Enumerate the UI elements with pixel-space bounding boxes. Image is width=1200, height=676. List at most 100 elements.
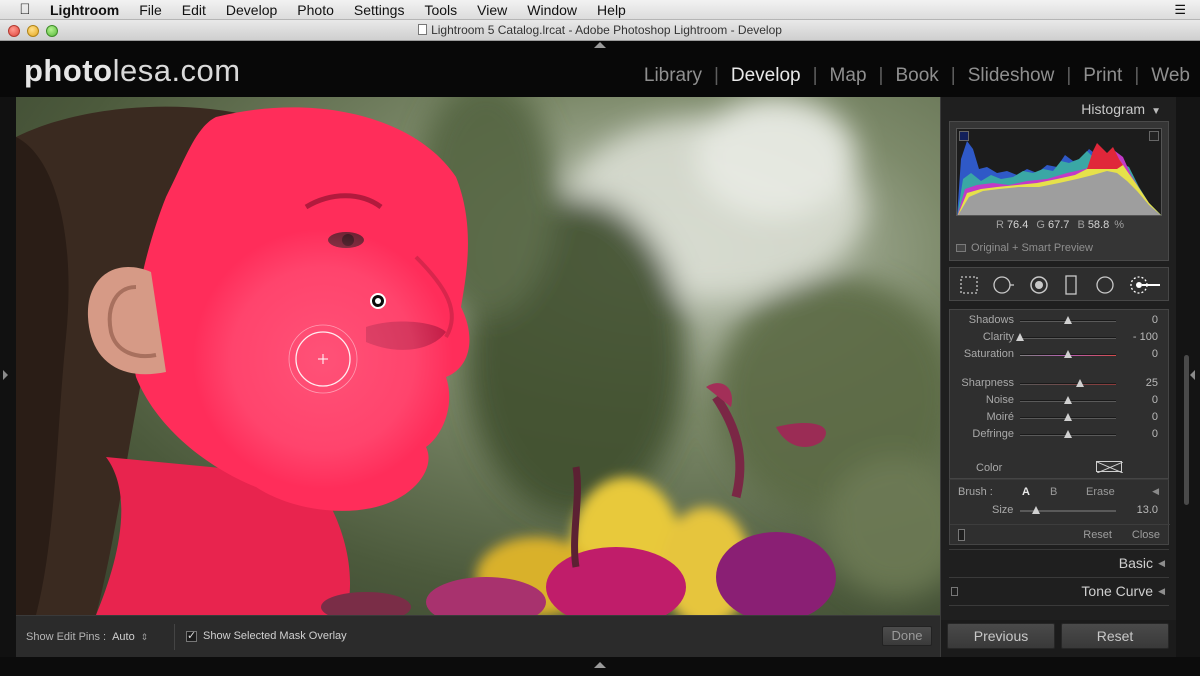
previous-button[interactable]: Previous [947, 623, 1055, 649]
slider-knob[interactable] [1064, 430, 1072, 438]
adjustment-brush-tool-icon[interactable] [1128, 274, 1162, 296]
reset-button[interactable]: Reset [1061, 623, 1169, 649]
collapse-brush-icon[interactable]: ◀ [1152, 486, 1159, 497]
minimize-window-button[interactable] [27, 25, 39, 37]
menu-settings[interactable]: Settings [344, 2, 415, 18]
brush-size-knob[interactable] [1032, 506, 1041, 514]
brush-a-option[interactable]: A [1022, 486, 1030, 498]
brush-size-slider[interactable]: Size 13.0 [950, 502, 1170, 518]
menu-bar:  Lightroom File Edit Develop Photo Sett… [0, 0, 1200, 20]
panel-toggle-switch[interactable] [951, 587, 958, 596]
done-button[interactable]: Done [882, 626, 932, 646]
menu-photo[interactable]: Photo [287, 2, 344, 18]
checkbox-checked-icon[interactable]: ✓ [186, 630, 197, 642]
slider-shadows[interactable]: Shadows 0 [950, 312, 1170, 328]
menu-develop[interactable]: Develop [216, 2, 287, 18]
collapse-right-panel-icon[interactable] [1190, 370, 1195, 380]
spot-removal-tool-icon[interactable] [992, 274, 1014, 296]
red-eye-tool-icon[interactable] [1028, 274, 1050, 296]
histogram-panel: R 76.4 G 67.7 B 58.8% Original + Smart Prev… [949, 121, 1169, 261]
expand-triangle-icon[interactable]: ◀ [1158, 578, 1165, 604]
collapse-top-panel-icon[interactable] [594, 42, 606, 48]
slider-knob[interactable] [1064, 413, 1072, 421]
panel-bottom-buttons: Previous Reset [941, 620, 1177, 657]
slider-track[interactable] [1020, 383, 1116, 385]
lightroom-window:  Lightroom File Edit Develop Photo Sett… [0, 0, 1200, 676]
module-book[interactable]: Book [895, 65, 938, 87]
zoom-window-button[interactable] [46, 25, 58, 37]
show-mask-overlay-checkbox[interactable]: ✓ Show Selected Mask Overlay [186, 630, 347, 642]
menu-edit[interactable]: Edit [172, 2, 216, 18]
module-web[interactable]: Web [1151, 65, 1190, 87]
slider-value[interactable]: - 100 [1133, 331, 1158, 343]
smart-preview-status[interactable]: Original + Smart Preview [956, 242, 1093, 254]
window-title: Lightroom 5 Catalog.lrcat - Adobe Photos… [431, 23, 782, 37]
histogram-graph[interactable] [956, 128, 1162, 216]
slider-value[interactable]: 0 [1152, 394, 1158, 406]
module-print[interactable]: Print [1083, 65, 1122, 87]
brush-close-button[interactable]: Close [1132, 529, 1160, 541]
slider-value[interactable]: 0 [1152, 428, 1158, 440]
slider-value[interactable]: 0 [1152, 314, 1158, 326]
slider-sharpness[interactable]: Sharpness 25 [950, 375, 1170, 391]
menu-help[interactable]: Help [587, 2, 636, 18]
slider-noise[interactable]: Noise 0 [950, 392, 1170, 408]
radial-filter-tool-icon[interactable] [1094, 274, 1116, 296]
slider-moir-[interactable]: Moiré 0 [950, 409, 1170, 425]
slider-value[interactable]: 0 [1152, 348, 1158, 360]
right-panel-scrollbar[interactable] [1176, 97, 1200, 657]
menu-app[interactable]: Lightroom [40, 2, 129, 18]
slider-clarity[interactable]: Clarity - 100 [950, 329, 1170, 345]
graduated-filter-tool-icon[interactable] [1060, 274, 1082, 296]
panel-tone-curve[interactable]: Tone Curve ◀ [949, 577, 1169, 603]
close-window-button[interactable] [8, 25, 20, 37]
slider-track[interactable] [1020, 337, 1116, 339]
stepper-arrows-icon[interactable]: ⇕ [141, 632, 149, 642]
slider-knob[interactable] [1064, 350, 1072, 358]
menu-tools[interactable]: Tools [414, 2, 467, 18]
menu-view[interactable]: View [467, 2, 517, 18]
expand-triangle-icon[interactable]: ◀ [1158, 550, 1165, 576]
module-develop[interactable]: Develop [731, 65, 801, 87]
scrollbar-thumb[interactable] [1184, 355, 1189, 505]
brush-b-option[interactable]: B [1050, 486, 1057, 498]
brush-erase-option[interactable]: Erase [1086, 486, 1115, 498]
slider-label: Defringe [972, 428, 1014, 440]
collapse-left-panel-icon[interactable] [3, 370, 8, 380]
color-row: Color [950, 460, 1170, 476]
slider-value[interactable]: 0 [1152, 411, 1158, 423]
panel-toggle-switch[interactable] [958, 529, 965, 541]
slider-saturation[interactable]: Saturation 0 [950, 346, 1170, 362]
highlight-clipping-icon[interactable] [1149, 131, 1159, 141]
menu-file[interactable]: File [129, 2, 172, 18]
slider-knob[interactable] [1076, 379, 1084, 387]
crop-overlay-tool-icon[interactable] [958, 274, 980, 296]
show-edit-pins-control[interactable]: Show Edit Pins : Auto ⇕ [26, 631, 148, 643]
tool-strip [949, 267, 1169, 301]
menu-extras-icon[interactable]: ☰ [1174, 2, 1186, 18]
shadow-clipping-icon[interactable] [959, 131, 969, 141]
slider-label: Saturation [963, 348, 1014, 360]
slider-knob[interactable] [1064, 396, 1072, 404]
slider-knob[interactable] [1064, 316, 1072, 324]
photo-canvas[interactable] [16, 97, 940, 615]
document-icon [418, 24, 428, 35]
module-library[interactable]: Library [644, 65, 702, 87]
menu-window[interactable]: Window [517, 2, 587, 18]
slider-knob[interactable] [1016, 333, 1024, 341]
module-slideshow[interactable]: Slideshow [968, 65, 1055, 87]
slider-defringe[interactable]: Defringe 0 [950, 426, 1170, 442]
edit-pins-value[interactable]: Auto [112, 631, 135, 643]
brush-reset-button[interactable]: Reset [1083, 529, 1112, 541]
collapse-triangle-icon[interactable]: ▼ [1151, 106, 1161, 117]
module-header: photolesa.com Library | Develop | Map | Boo… [0, 41, 1200, 97]
collapse-filmstrip-icon[interactable] [594, 662, 606, 668]
apple-menu-icon[interactable]:  [10, 1, 40, 18]
color-swatch-empty-icon[interactable] [1096, 461, 1124, 474]
module-map[interactable]: Map [830, 65, 867, 87]
slider-label: Noise [985, 394, 1014, 406]
right-panel: Histogram ▼ R 76.4 G 67.7 B 58.8% Origin… [940, 97, 1177, 657]
histogram-header[interactable]: Histogram ▼ [947, 97, 1169, 119]
panel-basic[interactable]: Basic ◀ [949, 549, 1169, 575]
slider-value[interactable]: 25 [1146, 377, 1158, 389]
